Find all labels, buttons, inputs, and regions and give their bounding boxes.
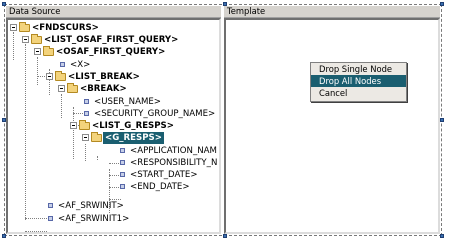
tree-node[interactable]: <LIST_BREAK> bbox=[8, 71, 218, 83]
tree-node-label: <OSAF_FIRST_QUERY> bbox=[56, 47, 166, 57]
context-menu: Drop Single Node Drop All Nodes Cancel bbox=[310, 62, 407, 102]
collapse-icon[interactable] bbox=[10, 24, 17, 31]
tree-node[interactable]: <SECURITY_GROUP_NAME> bbox=[8, 108, 218, 120]
folder-icon bbox=[79, 120, 90, 130]
tree-node-label: <USER_NAME> bbox=[94, 97, 161, 107]
tree-node-label: <X> bbox=[70, 60, 91, 70]
resize-handle[interactable] bbox=[440, 2, 444, 6]
tree-node-label: <AF_SRWINIT1> bbox=[58, 214, 130, 224]
template-drop-area[interactable] bbox=[224, 18, 440, 234]
tree-node[interactable]: <USER_NAME> bbox=[8, 96, 218, 108]
tree-node-label: <LIST_G_RESPS> bbox=[92, 121, 174, 131]
folder-icon bbox=[67, 83, 78, 93]
menu-item-drop-single-node[interactable]: Drop Single Node bbox=[311, 63, 406, 75]
resize-handle[interactable] bbox=[440, 118, 444, 122]
collapse-icon[interactable] bbox=[46, 73, 53, 80]
collapse-icon[interactable] bbox=[82, 134, 89, 141]
resize-handle[interactable] bbox=[440, 234, 444, 238]
folder-icon bbox=[31, 34, 42, 44]
element-icon bbox=[60, 62, 65, 67]
tree-node-label: <FNDSCURS> bbox=[32, 23, 99, 33]
tree-node-label: <SECURITY_GROUP_NAME> bbox=[94, 109, 216, 119]
tree-node[interactable]: <APPLICATION_NAM bbox=[8, 145, 218, 157]
tree-node[interactable]: <BREAK> bbox=[8, 83, 218, 95]
tree-node-label: <RESPONSIBILITY_N bbox=[130, 158, 218, 168]
tree-node[interactable]: <RESPONSIBILITY_N bbox=[8, 157, 218, 169]
tree-node-label: <LIST_BREAK> bbox=[68, 72, 140, 82]
tree-node[interactable]: <END_DATE> bbox=[8, 181, 218, 193]
tree-node-label: <END_DATE> bbox=[130, 182, 190, 192]
collapse-icon[interactable] bbox=[34, 48, 41, 55]
tree-node-selected[interactable]: <G_RESPS> bbox=[8, 131, 218, 145]
tree-node[interactable]: <FNDSCURS> bbox=[8, 22, 218, 34]
template-header: Template bbox=[224, 6, 440, 18]
data-source-tree-view[interactable]: <FNDSCURS> <LIST_OSAF_FIRST_QUERY> <OSAF… bbox=[6, 18, 221, 234]
folder-icon bbox=[43, 46, 54, 56]
tree-node[interactable]: <OSAF_FIRST_QUERY> bbox=[8, 46, 218, 58]
tree-node[interactable]: <LIST_G_RESPS> bbox=[8, 120, 218, 132]
tree-node-label: <BREAK> bbox=[80, 84, 127, 94]
element-icon bbox=[48, 203, 53, 208]
tree-node-label: <APPLICATION_NAM bbox=[130, 146, 217, 156]
tree-node[interactable]: <AF_SRWINIT1> bbox=[8, 213, 218, 225]
element-icon bbox=[120, 148, 125, 153]
data-source-panel: Data Source <FNDSCURS> <LIST_OSAF_FIRST_… bbox=[6, 6, 221, 234]
menu-item-drop-all-nodes[interactable]: Drop All Nodes bbox=[311, 75, 406, 87]
tree-node[interactable]: <START_DATE> bbox=[8, 169, 218, 181]
folder-icon bbox=[19, 22, 30, 32]
element-icon bbox=[84, 99, 89, 104]
collapse-icon[interactable] bbox=[70, 122, 77, 129]
tree-node[interactable]: <AF_SRWINIT> bbox=[8, 200, 218, 212]
tree-node-label: <START_DATE> bbox=[130, 170, 198, 180]
folder-icon bbox=[55, 71, 66, 81]
tree-connector bbox=[25, 231, 47, 232]
element-icon bbox=[120, 160, 125, 165]
element-icon bbox=[120, 172, 125, 177]
collapse-icon[interactable] bbox=[22, 36, 29, 43]
element-icon bbox=[84, 111, 89, 116]
element-icon bbox=[48, 216, 53, 221]
tree-node-label: <G_RESPS> bbox=[102, 131, 165, 145]
template-panel: Template bbox=[224, 6, 440, 234]
tree-node[interactable]: <X> bbox=[8, 59, 218, 71]
resize-handle[interactable] bbox=[223, 234, 227, 238]
data-source-header: Data Source bbox=[6, 6, 221, 18]
tree-node-label: <AF_SRWINIT> bbox=[58, 201, 124, 211]
collapse-icon[interactable] bbox=[58, 85, 65, 92]
tree-node-label: <LIST_OSAF_FIRST_QUERY> bbox=[44, 35, 179, 45]
element-icon bbox=[120, 184, 125, 189]
folder-icon bbox=[91, 132, 102, 142]
tree-node[interactable]: <LIST_OSAF_FIRST_QUERY> bbox=[8, 34, 218, 46]
resize-handle[interactable] bbox=[2, 234, 6, 238]
xml-tree: <FNDSCURS> <LIST_OSAF_FIRST_QUERY> <OSAF… bbox=[8, 20, 219, 232]
menu-item-cancel[interactable]: Cancel bbox=[311, 87, 406, 99]
